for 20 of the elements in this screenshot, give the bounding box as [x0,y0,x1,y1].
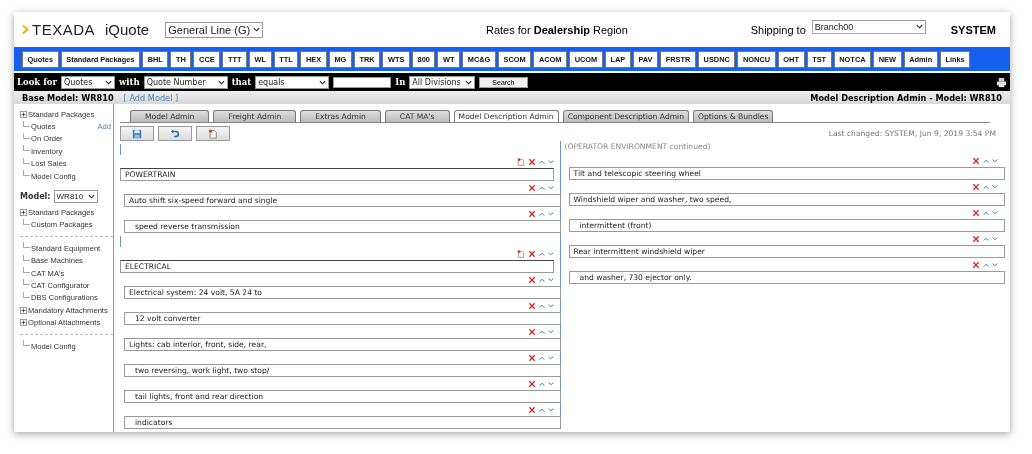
base-model-label: Base Model: WR810 [22,92,114,103]
dropdown[interactable]: Quotes [60,75,115,89]
logo-text: TEXADA [32,21,95,38]
region-title: Rates for Dealership Region [485,23,628,36]
user-name: SYSTEM [950,23,996,36]
in-label: In [395,77,406,87]
with-label: with [118,77,140,87]
dropdown[interactable]: equals [255,75,330,89]
dropdown[interactable]: General Line (G) [165,21,264,38]
add-model-link[interactable]: [ Add Model ] [123,92,179,103]
page-title: Model Description Admin - Model: WR810 [810,92,1002,103]
that-label: that [231,77,252,87]
dropdown[interactable]: All Divisions [409,75,476,89]
dropdown[interactable]: WR810 [53,190,98,204]
model-label: Model: [20,192,51,202]
dropdown[interactable]: Quote Number [143,75,228,89]
dropdown[interactable]: Branch00 [811,19,926,34]
app-name: iQuote [105,21,150,38]
shipping-label: Shipping to [750,23,806,36]
look-for-label: Look for [17,77,57,87]
